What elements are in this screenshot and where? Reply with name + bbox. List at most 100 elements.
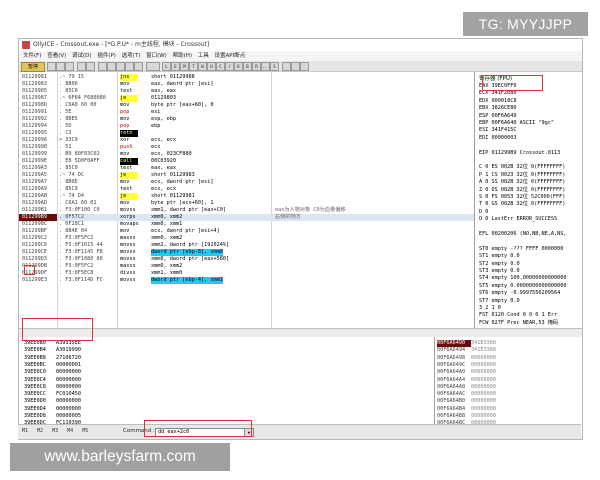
register-line[interactable]: EDI 00000003 [479, 135, 582, 142]
disasm-row[interactable]: 01129985 . 85C0 test eax, eax [19, 88, 474, 95]
dump-row[interactable]: 39EE0B0 A39335EE [24, 340, 424, 347]
register-line[interactable]: P 1 CS 0023 32位 0(FFFFFFFF) [479, 172, 582, 179]
disasm-row[interactable]: 011299A5 .~ 74 DC je short 01129983 [19, 172, 474, 179]
stack-row[interactable]: 00F6A64A8 00000000 [437, 384, 580, 391]
menu-window[interactable]: 窗口(W) [146, 53, 167, 59]
toolbar-r[interactable]: R [252, 62, 261, 71]
memory-tab-m4[interactable]: M4 [67, 428, 73, 434]
toolbar-k[interactable]: K [234, 62, 243, 71]
toolbar-b[interactable]: B [243, 62, 252, 71]
dump-row[interactable]: 39EE0D0 00000000 [24, 398, 424, 405]
stack-row[interactable]: 00F6A64B0 00000000 [437, 398, 580, 405]
register-line[interactable]: ST3 empty 0.0 [479, 268, 582, 275]
disasm-row[interactable]: 01129998 . 51 push ecx [19, 144, 474, 151]
register-line[interactable] [479, 238, 582, 245]
register-line[interactable]: C 0 ES 002B 32位 0(FFFFFFFF) [479, 164, 582, 171]
dump-row[interactable]: 39EE0BC 00000001 [24, 362, 424, 369]
menu-debug[interactable]: 调试(D) [72, 53, 92, 59]
toolbar-h[interactable]: H [207, 62, 216, 71]
dump-row[interactable]: 39EE0D8 00000005 [24, 413, 424, 420]
register-line[interactable]: ST7 empty 0.0 [479, 298, 582, 305]
register-line[interactable]: ST5 empty 0.0000000000000000 [479, 283, 582, 290]
disasm-row[interactable]: 011299BC . 0F28C1 movaps xmm0, xmm1 [19, 221, 474, 228]
stack-row[interactable]: 00F6A64B8 00000000 [437, 413, 580, 420]
disasm-row[interactable]: 01129992 . 8BE5 mov esp, ebp [19, 116, 474, 123]
menu-help[interactable]: 帮助(H) [173, 53, 192, 59]
disasm-row[interactable]: 01129999 . B9 80F83C02 mov ecx, 023CF880 [19, 151, 474, 158]
disasm-row[interactable]: 01129996 > 33C9 xor ecx, ecx [19, 137, 474, 144]
stack-pane[interactable]: 00F6A6490 341E3380 00F6A6494 341E3380 00F6A6… [435, 337, 582, 435]
memory-tab-m3[interactable]: M3 [52, 428, 58, 434]
toolbar-l[interactable]: L [162, 62, 171, 71]
toolbar-m[interactable]: M [180, 62, 189, 71]
disasm-row[interactable]: 011299CE . F3:0F1145 F8 movss dword ptr [eb… [19, 249, 474, 256]
dump-row[interactable]: 39EE0B8 27106720 [24, 355, 424, 362]
stack-row[interactable]: 00F6A6490 341E3380 [437, 340, 580, 347]
disasm-row[interactable]: 011299DF. F3:0F5EC8 divss xmm1, xmm0 [19, 270, 474, 277]
menu-view[interactable]: 查看(V) [47, 53, 66, 59]
menu-options[interactable]: 选项(T) [122, 53, 141, 59]
register-line[interactable]: T 0 GS 002B 32位 0(FFFFFFFF) [479, 201, 582, 208]
dump-row[interactable]: 39EE0D4 00000000 [24, 406, 424, 413]
memory-tab-m2[interactable]: M2 [37, 428, 43, 434]
help-icon[interactable] [300, 62, 309, 71]
disasm-row[interactable]: 01129991 . 5E pop esi [19, 109, 474, 116]
toolbar-slash[interactable]: / [225, 62, 234, 71]
stack-row[interactable]: 00F6A6498 00000000 [437, 355, 580, 362]
register-line[interactable] [479, 157, 582, 164]
run-icon[interactable] [77, 62, 86, 71]
register-line[interactable]: 3 2 1 0 [479, 305, 582, 312]
disasm-row[interactable]: 01129995 . C3 retn [19, 130, 474, 137]
disasm-row[interactable]: 011299AB .~ 74 D4 je short 01129981 [19, 193, 474, 200]
step-over-icon[interactable] [107, 62, 116, 71]
disasm-row[interactable]: 011299BF . 8B4E 04 mov ecx, dword ptr [esi+… [19, 228, 474, 235]
register-line[interactable]: FCW 027F Prec NEAR,53 掩码 [479, 320, 582, 327]
disasm-row[interactable]: 011299B9 . 0F57C2 xorps xmm0, xmm2 右侧的地方 [19, 214, 474, 221]
register-line[interactable]: ESI 341F415C [479, 127, 582, 134]
disasm-row[interactable]: 011299C2 . F3:0F5FC2 maxss xmm0, xmm2 [19, 235, 474, 242]
register-line[interactable]: D 0 [479, 209, 582, 216]
step-into-icon[interactable] [98, 62, 107, 71]
disasm-row[interactable]: 011299A3 . 85C0 test eax, eax [19, 165, 474, 172]
disasm-row[interactable]: 011299B1 . F3:0F100 C0 movss xmm1, dword pt… [19, 207, 474, 214]
stack-row[interactable]: 00F6A64A4 00000000 [437, 377, 580, 384]
toolbar-w[interactable]: W [198, 62, 207, 71]
restart-icon[interactable] [56, 62, 65, 71]
register-line[interactable]: ST1 empty 0.0 [479, 253, 582, 260]
register-line[interactable]: O 0 LastErr ERROR_SUCCESS [479, 216, 582, 223]
grid-icon[interactable] [291, 62, 300, 71]
disasm-row[interactable]: 01129994 . 5D pop ebp [19, 123, 474, 130]
disasm-row[interactable]: 011299AD . C6A1 60 01 mov byte ptr [ecx+60]… [19, 200, 474, 207]
register-line[interactable] [479, 224, 582, 231]
disasm-row[interactable]: 011299C6 . F3:0F1015 44 movss xmm2, dword p… [19, 242, 474, 249]
dump-row[interactable]: 39EE0B4 A3019990 [24, 347, 424, 354]
register-line[interactable]: ESP 00F6A649 [479, 113, 582, 120]
register-line[interactable]: EBX 3826CE80 [479, 105, 582, 112]
disasm-row[interactable]: 011299A9 . 85C9 test ecx, ecx [19, 186, 474, 193]
register-line[interactable] [479, 142, 582, 149]
register-line[interactable]: FST 0120 Cond 0 0 0 1 Err [479, 312, 582, 319]
dump-row[interactable]: 39EE0C0 00000000 [24, 369, 424, 376]
menu-plugins[interactable]: 插件(P) [97, 53, 116, 59]
stack-row[interactable]: 00F6A64A0 00000000 [437, 369, 580, 376]
register-line[interactable]: S 0 FS 0053 32位 52C000(FFF) [479, 194, 582, 201]
stack-row[interactable]: 00F6A6494 341E3380 [437, 347, 580, 354]
goto-icon[interactable] [146, 62, 160, 71]
register-line[interactable]: EFL 00200206 (NO,NB,NE,A,NS, [479, 231, 582, 238]
close-icon[interactable] [65, 62, 74, 71]
disasm-row[interactable]: 01129983 . 8B06 mov eax, dword ptr [esi] [19, 81, 474, 88]
list-icon[interactable] [282, 62, 291, 71]
stack-row[interactable]: 00F6A649C 00000000 [437, 362, 580, 369]
register-line[interactable]: ST4 empty 100.00000000000000 [479, 275, 582, 282]
disasm-row[interactable]: 0112999E . E8 5D0F0AFF call 00C03920 [19, 158, 474, 165]
cpu-disassembly-pane[interactable]: 01129981 .~ 79 15 jns short 01129988 0112998… [19, 72, 475, 328]
disasm-row[interactable]: 011299E3 . F3:0F114D FC movss dword ptr [eb… [19, 277, 474, 284]
register-line[interactable]: ST2 empty 0.0 [479, 261, 582, 268]
menu-file[interactable]: 文件(F) [23, 53, 41, 59]
register-line[interactable]: ST6 empty -0.9997556209564 [479, 290, 582, 297]
toolbar-s[interactable]: S [270, 62, 279, 71]
toolbar-t[interactable]: T [189, 62, 198, 71]
register-line[interactable]: Z 0 DS 002B 32位 0(FFFFFFFF) [479, 187, 582, 194]
pause-icon[interactable] [86, 62, 95, 71]
menu-tools[interactable]: 工具 [198, 53, 209, 59]
